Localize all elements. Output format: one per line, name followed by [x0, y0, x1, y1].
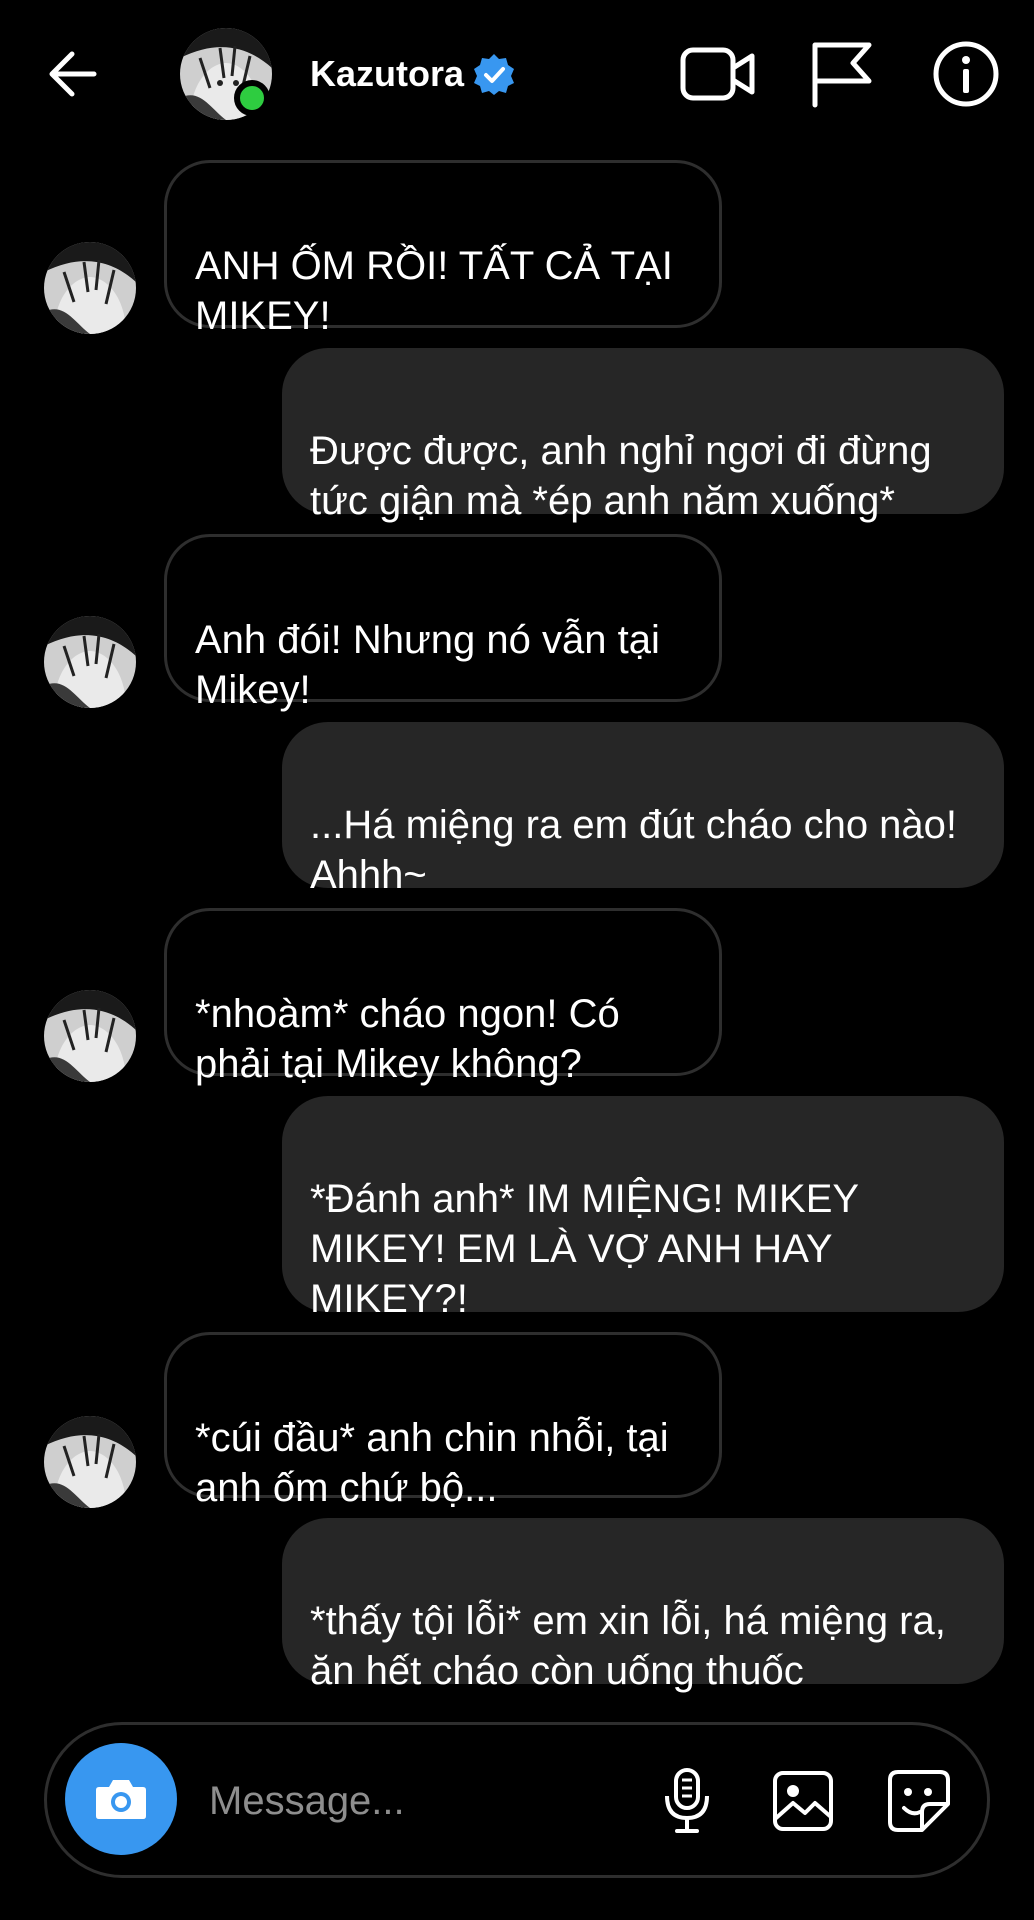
- info-button[interactable]: [924, 32, 1008, 116]
- gallery-button[interactable]: [763, 1761, 843, 1841]
- back-arrow-icon: [49, 51, 97, 97]
- gallery-icon: [773, 1771, 833, 1831]
- message-composer: [44, 1722, 990, 1878]
- message-text: *nhoàm* cháo ngon! Có phải tại Mikey khô…: [195, 992, 620, 1086]
- message-text: ANH ỐM RỒI! TẤT CẢ TẠI MIKEY!: [195, 244, 673, 338]
- message-bubble-outgoing[interactable]: ...Há miệng ra em đút cháo cho nào! Ahhh…: [282, 722, 1004, 897]
- sticker-icon: [888, 1770, 950, 1832]
- back-button[interactable]: [38, 42, 106, 106]
- message-text: *Đánh anh* IM MIỆNG! MIKEY MIKEY! EM LÀ …: [310, 1177, 859, 1321]
- sender-avatar: [44, 990, 136, 1082]
- message-bubble-incoming[interactable]: *cúi đầu* anh chin nhỗi, tại anh ốm chứ …: [164, 1332, 722, 1510]
- sender-avatar: [44, 616, 136, 708]
- camera-icon: [96, 1780, 146, 1819]
- message-bubble-outgoing[interactable]: *thấy tội lỗi* em xin lỗi, há miệng ra, …: [282, 1518, 1004, 1693]
- report-button[interactable]: [800, 32, 884, 116]
- message-bubble-outgoing[interactable]: *Đánh anh* IM MIỆNG! MIKEY MIKEY! EM LÀ …: [282, 1096, 1004, 1321]
- sticker-button[interactable]: [879, 1761, 959, 1841]
- message-bubble-incoming[interactable]: ANH ỐM RỒI! TẤT CẢ TẠI MIKEY!: [164, 160, 722, 338]
- voice-message-button[interactable]: [647, 1761, 727, 1841]
- sender-avatar: [44, 242, 136, 334]
- message-bubble-incoming[interactable]: *nhoàm* cháo ngon! Có phải tại Mikey khô…: [164, 908, 722, 1086]
- camera-button[interactable]: [65, 1743, 177, 1855]
- message-text: ...Há miệng ra em đút cháo cho nào! Ahhh…: [310, 803, 958, 897]
- info-icon: [933, 41, 999, 107]
- message-text: *thấy tội lỗi* em xin lỗi, há miệng ra, …: [310, 1599, 946, 1693]
- chat-header: Kazutora: [0, 0, 1034, 150]
- message-bubble-outgoing[interactable]: Được được, anh nghỉ ngơi đi đừng tức giậ…: [282, 348, 1004, 523]
- message-input[interactable]: [207, 1765, 631, 1837]
- verified-badge-icon: [474, 54, 514, 95]
- flag-icon: [812, 42, 872, 108]
- message-text: *cúi đầu* anh chin nhỗi, tại anh ốm chứ …: [195, 1416, 669, 1510]
- sender-avatar: [44, 1416, 136, 1508]
- video-call-button[interactable]: [676, 32, 760, 116]
- message-text: Được được, anh nghỉ ngơi đi đừng tức giậ…: [310, 429, 932, 523]
- contact-name[interactable]: Kazutora: [310, 52, 464, 96]
- video-call-icon: [680, 47, 755, 101]
- message-bubble-incoming[interactable]: Anh đói! Nhưng nó vẫn tại Mikey!: [164, 534, 722, 712]
- message-text: Anh đói! Nhưng nó vẫn tại Mikey!: [195, 618, 660, 712]
- microphone-icon: [665, 1768, 709, 1833]
- online-status-dot: [234, 80, 270, 116]
